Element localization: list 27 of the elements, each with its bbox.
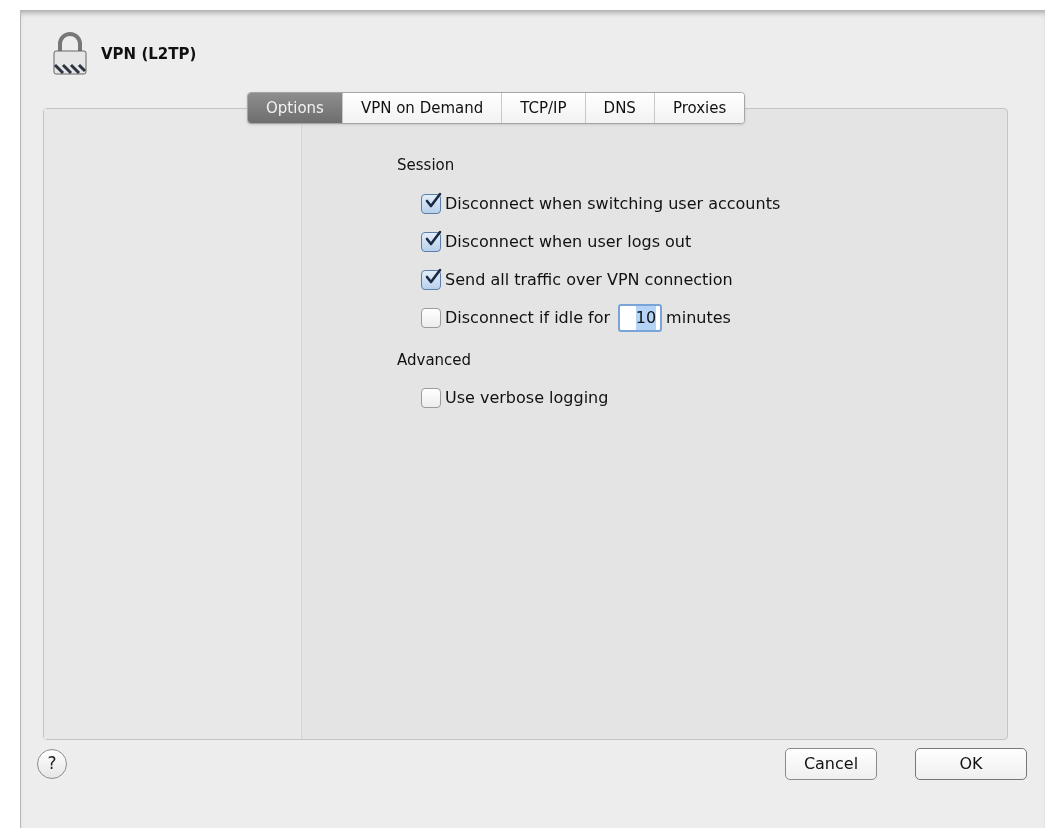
sheet-title: VPN (L2TP) [101,43,197,65]
tab[interactable]: VPN on Demand [341,93,502,123]
checked-checkbox[interactable] [421,231,441,252]
padlock-icon [51,32,89,76]
help-button[interactable]: ? [37,749,67,779]
minutes-label: minutes [666,306,731,329]
checkbox-label: Disconnect when user logs out [445,230,692,253]
checkmark-icon [424,229,442,248]
cancel-button[interactable]: Cancel [785,748,877,780]
checkbox-label: Send all traffic over VPN connection [445,268,733,291]
section-heading: Advanced [397,349,473,371]
checkbox-label: Use verbose logging [445,387,609,409]
tab[interactable]: TCP/IP [501,93,585,123]
tab[interactable]: Proxies [653,93,745,123]
tab[interactable]: Options [248,93,342,123]
checkbox[interactable] [421,307,441,328]
tab[interactable]: DNS [584,93,654,123]
checked-checkbox[interactable] [421,193,441,214]
checked-checkbox[interactable] [421,269,441,290]
section-heading: Session [397,155,456,176]
checkbox-label: Disconnect if idle for [445,306,611,329]
checkbox-label: Disconnect when switching user accounts [445,192,781,215]
minutes-field[interactable]: 10 [618,303,663,332]
checkmark-icon [424,191,442,210]
checkbox[interactable] [421,388,441,408]
checkmark-icon [424,267,442,286]
ok-button[interactable]: OK [915,748,1027,780]
